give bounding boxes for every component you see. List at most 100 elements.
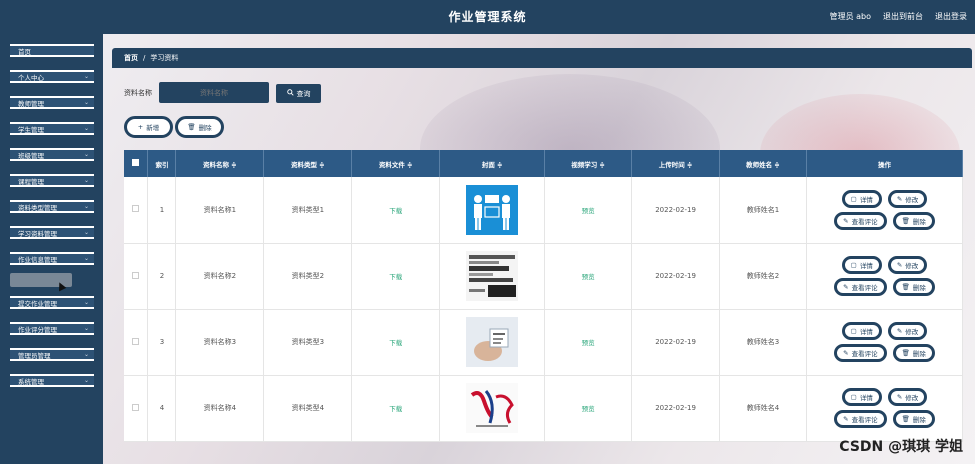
col-header-name[interactable]: 资料名称 ≑ [175,150,265,177]
download-link[interactable]: 下载 [389,273,402,281]
col-header-teacher[interactable]: 教师姓名 ≑ [719,150,807,177]
cell-type: 资料类型2 [263,243,353,310]
cell-name: 资料名称4 [175,375,265,442]
chevron-down-icon: ⌄ [83,73,89,80]
sidebar-item-classes[interactable]: 班级管理 ⌄ [10,148,94,161]
view-comments-button[interactable]: ✎ 查看评论 [834,410,887,428]
sidebar-item-material-types[interactable]: 资料类型管理 ⌄ [10,200,94,213]
row-checkbox[interactable] [132,337,140,345]
row-select-cell [124,309,149,376]
search-icon [286,89,294,98]
trash-icon: 🗑 [187,123,196,131]
sidebar-item-grading[interactable]: 作业评分管理 ⌄ [10,322,94,335]
chevron-down-icon: ⌄ [83,255,89,262]
search-button[interactable]: 查询 [276,84,321,103]
sidebar-item-label: 教师管理 [18,99,44,108]
detail-label: 详情 [859,394,873,402]
search-input[interactable] [159,82,269,103]
sidebar-item-personal[interactable]: 个人中心 ⌄ [10,70,94,83]
sidebar-item-admins[interactable]: 管理员管理 ⌄ [10,348,94,361]
cell-name: 资料名称3 [175,309,265,376]
sidebar-item-label: 课程管理 [18,177,44,186]
cover-image [466,383,519,433]
cell-cover [439,177,546,244]
view-comments-button[interactable]: ✎ 查看评论 [834,278,887,296]
chevron-down-icon: ⌄ [83,325,89,332]
materials-table: 索引 资料名称 ≑ 资料类型 ≑ 资料文件 ≑ 封面 ≑ 视频学习 ≑ 上传时间… [124,150,964,442]
view-comments-button[interactable]: ✎ 查看评论 [834,211,887,230]
download-link[interactable]: 下载 [389,405,402,413]
table-row: 2 资料名称2 资料类型2 下载 预览 2022-02-19 教师姓名2 ▢ 详… [124,243,964,310]
col-header-file[interactable]: 资料文件 ≑ [351,150,441,177]
plus-icon: + [137,123,144,131]
sidebar-item-label: 首页 [18,47,31,56]
col-header-cover[interactable]: 封面 ≑ [439,150,546,177]
preview-link[interactable]: 预览 [582,405,595,413]
detail-button[interactable]: ▢ 详情 [841,322,882,340]
delete-button[interactable]: 🗑 删除 [175,116,224,138]
col-header-type[interactable]: 资料类型 ≑ [263,150,353,177]
col-header-video[interactable]: 视频学习 ≑ [544,150,633,177]
sidebar-item-home[interactable]: 首页 [10,44,94,57]
cell-name: 资料名称1 [175,177,265,244]
edit-button[interactable]: ✎ 修改 [887,322,928,340]
preview-link[interactable]: 预览 [582,207,595,215]
cell-actions: ▢ 详情 ✎ 修改 ✎ 查看评论 🗑 删除 [806,309,964,376]
to-front-link[interactable]: 退出到前台 [883,11,923,22]
row-checkbox[interactable] [132,271,140,279]
detail-button[interactable]: ▢ 详情 [841,388,882,406]
col-header-time[interactable]: 上传时间 ≑ [631,150,721,177]
logout-link[interactable]: 退出登录 [935,11,967,22]
sidebar: 首页 个人中心 ⌄ 教师管理 ⌄ 学生管理 ⌄ 班级管理 ⌄ 课程管理 ⌄ 资料… [0,34,103,464]
view-comments-button[interactable]: ✎ 查看评论 [834,344,887,362]
row-delete-label: 删除 [912,350,926,358]
cell-type: 资料类型3 [263,309,353,376]
row-delete-button[interactable]: 🗑 删除 [892,211,935,230]
watermark: CSDN @琪琪 学姐 [839,439,963,455]
sidebar-item-label: 作业信息管理 [18,255,57,264]
sidebar-item-courses[interactable]: 课程管理 ⌄ [10,174,94,187]
detail-button[interactable]: ▢ 详情 [841,189,882,208]
detail-button[interactable]: ▢ 详情 [841,256,882,274]
download-link[interactable]: 下载 [389,207,402,215]
edit-label: 修改 [905,394,919,402]
sidebar-item-system[interactable]: 系统管理 ⌄ [10,374,94,387]
add-button[interactable]: + 新增 [124,116,173,138]
chevron-down-icon: ⌄ [83,177,89,184]
cell-file: 下载 [351,375,441,442]
edit-label: 修改 [905,262,919,270]
select-all-checkbox[interactable] [132,159,140,166]
select-all-header[interactable] [124,150,149,177]
preview-link[interactable]: 预览 [582,339,595,347]
row-checkbox[interactable] [132,403,140,411]
col-header-index[interactable]: 索引 [147,150,177,177]
breadcrumb-home[interactable]: 首页 [124,53,138,63]
cell-time: 2022-02-19 [631,243,721,310]
sidebar-item-teachers[interactable]: 教师管理 ⌄ [10,96,94,109]
download-link[interactable]: 下载 [389,339,402,347]
sidebar-item-students[interactable]: 学生管理 ⌄ [10,122,94,135]
chevron-down-icon: ⌄ [83,229,89,236]
sidebar-item-submissions[interactable]: 提交作业管理 ⌄ [10,296,94,309]
cell-cover [439,375,546,442]
sidebar-item-homework-info[interactable]: 作业信息管理 ⌄ [10,252,94,265]
comments-label: 查看评论 [851,416,878,424]
edit-button[interactable]: ✎ 修改 [887,189,928,208]
row-delete-button[interactable]: 🗑 删除 [892,344,935,362]
sidebar-item-materials[interactable]: 学习资料管理 ⌄ [10,226,94,239]
sidebar-item-label: 系统管理 [18,377,44,386]
preview-link[interactable]: 预览 [582,273,595,281]
row-delete-button[interactable]: 🗑 删除 [892,410,935,428]
edit-label: 修改 [905,328,919,336]
edit-button[interactable]: ✎ 修改 [887,388,928,406]
trash-icon: 🗑 [901,415,910,423]
row-checkbox[interactable] [132,205,140,213]
row-delete-button[interactable]: 🗑 删除 [892,278,935,296]
cell-video: 预览 [544,177,633,244]
cell-teacher: 教师姓名4 [719,375,807,442]
pencil-icon: ✎ [896,194,903,203]
pencil-icon: ✎ [843,216,849,225]
cell-cover [439,309,546,376]
edit-button[interactable]: ✎ 修改 [887,256,928,274]
cell-index: 2 [147,243,177,310]
